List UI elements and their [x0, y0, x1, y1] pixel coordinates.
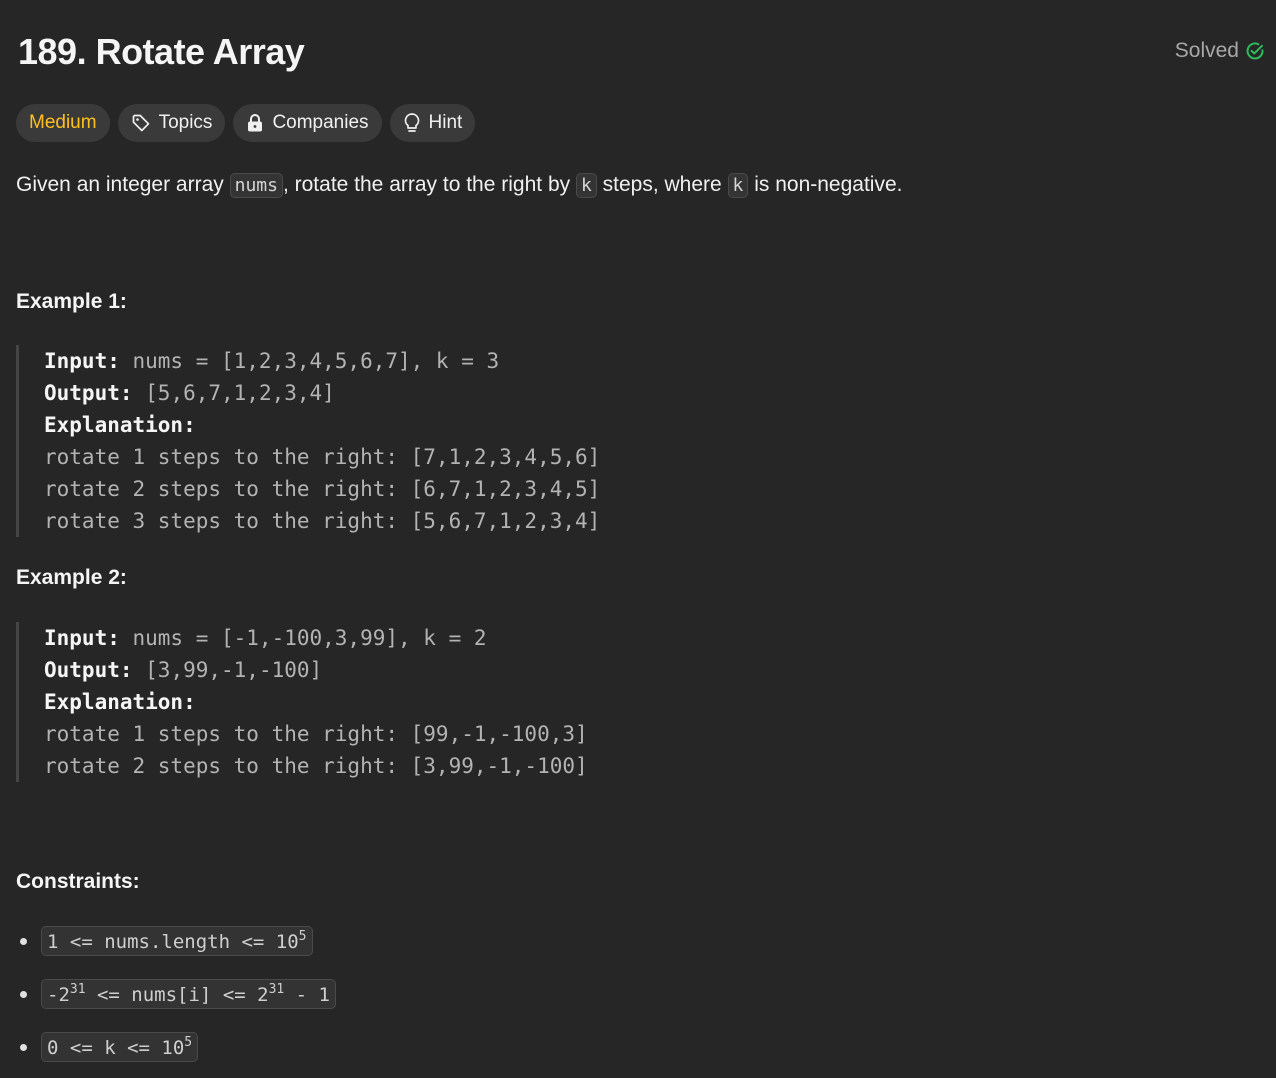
inline-code-k: k: [727, 173, 749, 198]
solved-label: Solved: [1174, 39, 1239, 62]
bullet: [20, 937, 27, 945]
problem-tags: Medium Topics Companies Hint: [16, 104, 476, 142]
list-item: -231 <= nums[i] <= 231 - 1: [16, 977, 336, 1011]
exponent: 31: [268, 982, 285, 997]
constraints-list: 1 <= nums.length <= 105 -231 <= nums[i] …: [16, 924, 336, 1078]
problem-title: 189. Rotate Array: [18, 31, 305, 72]
constraint-text: <= nums[i] <= 2: [85, 984, 269, 1006]
solved-status: Solved: [1175, 39, 1265, 63]
constraint-text: -2: [47, 984, 70, 1006]
list-item: 0 <= k <= 105: [16, 1030, 336, 1064]
hint-button[interactable]: Hint: [389, 104, 476, 142]
tag-icon: [131, 113, 151, 133]
hint-label: Hint: [428, 112, 463, 133]
input-label: Input:: [44, 349, 120, 373]
input-value: nums = [-1,-100,3,99], k = 2: [119, 626, 487, 650]
exponent: 5: [184, 1035, 193, 1050]
inline-code-k: k: [575, 173, 597, 198]
explanation-line: rotate 1 steps to the right: [7,1,2,3,4,…: [44, 445, 601, 469]
desc-text: steps, where: [596, 173, 728, 196]
example-1-block: Input: nums = [1,2,3,4,5,6,7], k = 3 Outp…: [16, 345, 600, 537]
companies-button[interactable]: Companies: [233, 104, 382, 142]
difficulty-label: Medium: [29, 112, 97, 133]
lightbulb-icon: [403, 112, 421, 134]
check-circle-icon: [1245, 41, 1265, 61]
output-value: [5,6,7,1,2,3,4]: [132, 381, 335, 405]
desc-text: , rotate the array to the right by: [282, 173, 576, 196]
constraint-code: -231 <= nums[i] <= 231 - 1: [41, 979, 336, 1009]
constraints-heading: Constraints:: [16, 870, 140, 893]
desc-text: is non-negative.: [748, 173, 903, 196]
constraint-text: - 1: [284, 984, 330, 1006]
explanation-label: Explanation:: [44, 690, 196, 714]
list-item: 1 <= nums.length <= 105: [16, 924, 336, 958]
input-value: nums = [1,2,3,4,5,6,7], k = 3: [119, 349, 500, 373]
constraint-code: 0 <= k <= 105: [41, 1032, 199, 1062]
output-value: [3,99,-1,-100]: [132, 658, 323, 682]
desc-text: Given an integer array: [16, 173, 230, 196]
difficulty-badge: Medium: [16, 104, 110, 142]
problem-description: Given an integer array nums, rotate the …: [16, 168, 903, 203]
output-label: Output:: [44, 658, 133, 682]
constraint-text: 0 <= k <= 10: [47, 1037, 185, 1059]
constraint-text: 1 <= nums.length <= 10: [47, 931, 299, 953]
lock-icon: [246, 113, 264, 133]
exponent: 5: [298, 929, 307, 944]
exponent: 31: [69, 982, 86, 997]
bullet: [20, 1043, 27, 1051]
explanation-label: Explanation:: [44, 413, 196, 437]
example-2-heading: Example 2:: [16, 566, 127, 589]
input-label: Input:: [44, 626, 120, 650]
explanation-line: rotate 2 steps to the right: [6,7,1,2,3,…: [44, 477, 601, 501]
output-label: Output:: [44, 381, 133, 405]
constraint-code: 1 <= nums.length <= 105: [41, 926, 313, 956]
example-2-block: Input: nums = [-1,-100,3,99], k = 2 Outpu…: [16, 622, 588, 782]
topics-label: Topics: [158, 112, 213, 133]
example-1-heading: Example 1:: [16, 290, 127, 313]
explanation-line: rotate 2 steps to the right: [3,99,-1,-1…: [44, 754, 588, 778]
explanation-line: rotate 1 steps to the right: [99,-1,-100…: [44, 722, 588, 746]
companies-label: Companies: [272, 112, 369, 133]
bullet: [20, 990, 27, 998]
inline-code-nums: nums: [229, 173, 283, 198]
topics-button[interactable]: Topics: [117, 104, 226, 142]
explanation-line: rotate 3 steps to the right: [5,6,7,1,2,…: [44, 509, 601, 533]
